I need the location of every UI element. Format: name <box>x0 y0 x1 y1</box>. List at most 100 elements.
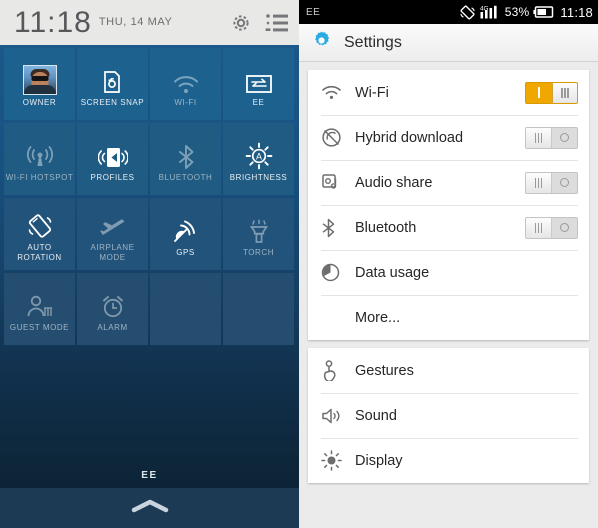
settings-row-data-usage[interactable]: Data usage <box>308 250 589 295</box>
data-transfer-icon <box>245 61 273 95</box>
battery-icon <box>533 5 555 19</box>
alarm-clock-icon <box>99 286 127 320</box>
status-bar: EE 4G 53% 11:18 <box>299 0 598 24</box>
page-title: Settings <box>344 33 402 51</box>
tile-row: OWNER SCREEN SNAP WI-FI EE <box>4 48 299 123</box>
settings-row-label: Sound <box>355 407 397 424</box>
tile-label: GPS <box>176 247 195 257</box>
status-clock: 11:18 <box>560 4 593 20</box>
tile-label: WI-FI <box>174 97 197 107</box>
bluetooth-icon <box>321 218 347 238</box>
toggle-off-side <box>552 173 578 193</box>
tile-label: ALARM <box>97 322 128 332</box>
hybrid-download-toggle[interactable] <box>525 126 578 149</box>
settings-screen: EE 4G 53% 11:18 Settings Wi-Fi Hybrid do… <box>299 0 598 528</box>
tile-brightness[interactable]: A BRIGHTNESS <box>223 123 294 195</box>
hotspot-icon <box>26 136 54 170</box>
audio-share-toggle[interactable] <box>525 171 578 194</box>
bluetooth-toggle[interactable] <box>525 216 578 239</box>
settings-gear-icon <box>311 30 332 56</box>
settings-row-hybrid-download[interactable]: Hybrid download <box>308 115 589 160</box>
user-avatar <box>22 61 57 95</box>
settings-row-sound[interactable]: Sound <box>308 393 589 438</box>
settings-row-label: Gestures <box>355 362 414 379</box>
settings-row-label: Wi-Fi <box>355 84 389 101</box>
tile-label: BLUETOOTH <box>158 172 213 182</box>
quick-settings-shade: 11:18 THU, 14 MAY OWNER SCREEN SNAP WI-F… <box>0 0 299 528</box>
settings-row-display[interactable]: Display <box>308 438 589 483</box>
tile-wifi[interactable]: WI-FI <box>150 48 221 120</box>
tile-guest-mode[interactable]: GUEST MODE <box>4 273 75 345</box>
airplane-icon <box>99 206 127 240</box>
tile-label: GUEST MODE <box>9 322 70 332</box>
bluetooth-icon <box>176 136 196 170</box>
toggle-knob <box>526 217 552 238</box>
tile-placeholder <box>223 273 294 345</box>
signal-bars-icon: 4G <box>479 4 501 20</box>
tile-ee[interactable]: EE <box>223 48 294 120</box>
tile-label: EE <box>252 97 265 107</box>
auto-rotation-icon <box>26 206 54 240</box>
shade-header: 11:18 THU, 14 MAY <box>0 0 299 45</box>
battery-percent: 53% <box>504 5 530 19</box>
app-bar: Settings <box>299 24 598 62</box>
tile-profiles[interactable]: PROFILES <box>77 123 148 195</box>
toggle-knob <box>526 172 552 193</box>
tile-torch[interactable]: TORCH <box>223 198 294 270</box>
brightness-auto-icon: A <box>245 136 273 170</box>
settings-row-wifi[interactable]: Wi-Fi <box>308 70 589 115</box>
dual-screenshot: 11:18 THU, 14 MAY OWNER SCREEN SNAP WI-F… <box>0 0 598 528</box>
toggle-off-side <box>552 128 578 148</box>
shade-collapse-handle[interactable] <box>0 488 299 528</box>
tile-label: OWNER <box>22 97 57 107</box>
guest-mode-icon <box>25 286 55 320</box>
collapse-chevron-icon <box>128 498 172 519</box>
settings-row-more[interactable]: More... <box>308 295 589 340</box>
tile-screen-snap[interactable]: SCREEN SNAP <box>77 48 148 120</box>
display-icon <box>321 450 347 471</box>
settings-row-label: Audio share <box>355 174 433 191</box>
tile-owner[interactable]: OWNER <box>4 48 75 120</box>
settings-row-label: Display <box>355 452 403 469</box>
gestures-icon <box>321 360 347 381</box>
tile-auto-rotation[interactable]: AUTO ROTATION <box>4 198 75 270</box>
screen-snap-icon <box>100 61 126 95</box>
tile-label: TORCH <box>242 247 275 257</box>
tile-label: BRIGHTNESS <box>229 172 288 182</box>
wifi-icon <box>321 84 347 101</box>
shade-clock: 11:18 <box>14 5 92 39</box>
tile-gps[interactable]: GPS <box>150 198 221 270</box>
list-view-icon[interactable] <box>265 12 289 34</box>
settings-row-audio-share[interactable]: Audio share <box>308 160 589 205</box>
tile-row: AUTO ROTATION AIRPLANE MODE GPS TORCH <box>4 198 299 273</box>
toggle-knob <box>551 82 577 103</box>
toggle-knob <box>526 127 552 148</box>
audio-share-icon <box>321 173 347 193</box>
auto-rotate-icon <box>460 4 475 20</box>
tile-airplane-mode[interactable]: AIRPLANE MODE <box>77 198 148 270</box>
shade-date: THU, 14 MAY <box>98 15 173 28</box>
settings-group-network: Wi-Fi Hybrid download Audio share Blueto… <box>308 70 589 340</box>
tile-alarm[interactable]: ALARM <box>77 273 148 345</box>
wifi-icon <box>172 61 200 95</box>
settings-row-label: Data usage <box>355 264 430 281</box>
toggle-on-side <box>526 83 552 103</box>
profiles-icon <box>97 136 128 170</box>
settings-row-label: Bluetooth <box>355 219 417 236</box>
tile-bluetooth[interactable]: BLUETOOTH <box>150 123 221 195</box>
tile-row: WI-FI HOTSPOT PROFILES BLUETOOTH A BRIGH… <box>4 123 299 198</box>
tile-label: AUTO ROTATION <box>17 242 62 262</box>
gear-icon[interactable] <box>229 11 253 35</box>
status-carrier: EE <box>306 6 321 18</box>
shade-carrier-label: EE <box>141 470 158 481</box>
settings-row-gestures[interactable]: Gestures <box>308 348 589 393</box>
settings-group-device: Gestures Sound Display <box>308 348 589 483</box>
tile-grid: OWNER SCREEN SNAP WI-FI EE WI-FI HOTSPOT… <box>0 45 299 348</box>
tile-row: GUEST MODE ALARM <box>4 273 299 348</box>
tile-wifi-hotspot[interactable]: WI-FI HOTSPOT <box>4 123 75 195</box>
settings-row-bluetooth[interactable]: Bluetooth <box>308 205 589 250</box>
sound-icon <box>321 407 347 425</box>
gps-icon <box>172 211 200 245</box>
svg-text:A: A <box>255 151 261 161</box>
wifi-toggle[interactable] <box>525 81 578 104</box>
